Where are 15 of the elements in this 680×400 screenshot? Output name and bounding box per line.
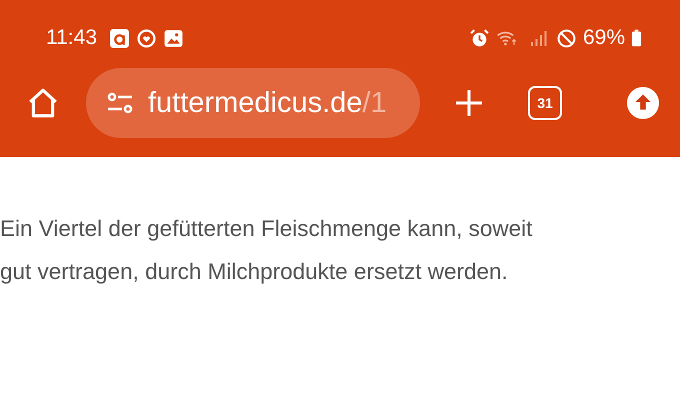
new-tab-icon[interactable] bbox=[454, 88, 484, 118]
alarm-icon bbox=[468, 28, 490, 48]
article-paragraph: Ein Viertel der gefütterten Fleischmenge kann, soweit gut vertragen, durch Milchprodukte ersetzt werden. bbox=[0, 215, 534, 286]
do-not-disturb-icon bbox=[556, 28, 577, 48]
tab-count-button[interactable]: 31 bbox=[528, 86, 562, 120]
heart-circle-icon bbox=[136, 28, 157, 48]
status-time: 11:43 bbox=[46, 26, 97, 50]
address-bar[interactable]: futtermedicus.de/1 bbox=[86, 68, 420, 138]
url-text: futtermedicus.de/1 bbox=[148, 86, 387, 120]
image-icon bbox=[163, 28, 184, 48]
app-notification-icon bbox=[109, 28, 130, 48]
battery-percent: 69% bbox=[582, 26, 625, 50]
site-settings-icon[interactable] bbox=[106, 91, 134, 115]
battery-icon bbox=[631, 28, 642, 48]
home-icon[interactable] bbox=[26, 86, 60, 120]
